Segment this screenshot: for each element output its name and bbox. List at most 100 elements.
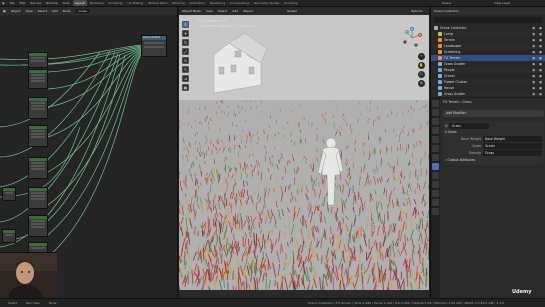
density-field[interactable]: Density Grass [445, 150, 542, 156]
annotate-icon[interactable]: ✎ [182, 66, 189, 73]
output-attributes-panel[interactable]: › Output Attributes [445, 157, 542, 163]
constraints-tab-icon[interactable] [432, 190, 439, 197]
measure-icon[interactable]: ⊿ [182, 75, 189, 82]
collection-icon [434, 25, 438, 30]
output-tab-icon[interactable] [432, 118, 439, 125]
transform-orientation[interactable]: Global [287, 7, 297, 15]
viewport-mode-selector[interactable]: Object Mode [182, 9, 201, 13]
outliner-item-label: People [444, 68, 455, 72]
menu-edit[interactable]: Edit [18, 0, 28, 6]
tool-tab-icon[interactable] [432, 100, 439, 107]
outliner-list: Scene Collection ◉ ▣ Lamp ◉ ▣ Terrain ◉ ▣ Landsca… [431, 25, 545, 97]
transform-icon[interactable]: ⊡ [182, 57, 189, 64]
base-weight-field[interactable]: Base Weight Base Weight [445, 136, 542, 142]
add-cube-icon[interactable]: ▣ [182, 84, 189, 91]
tab-texture-paint[interactable]: Texture Paint [146, 0, 169, 6]
vp-menu-view[interactable]: View [206, 9, 213, 13]
node[interactable] [2, 187, 16, 201]
vp-menu-object[interactable]: Object [243, 9, 253, 13]
outliner-item-label: Flower Cluster [444, 80, 467, 84]
node[interactable] [28, 157, 48, 179]
tab-layout[interactable]: Layout [72, 0, 87, 6]
outliner[interactable]: Scene Collection Scene Collection ◉ ▣ Lamp ◉… [430, 7, 545, 97]
properties-body: FG Terrain › Grass Add Modifier ⌬ Grass … [441, 98, 545, 298]
3d-viewport[interactable]: Object Mode View Select Add Object Globa… [179, 7, 429, 298]
scale-icon[interactable]: ⤢ [182, 48, 189, 55]
node[interactable] [28, 97, 48, 119]
view-layer-selector[interactable]: View Layer [492, 0, 512, 6]
node[interactable] [28, 69, 48, 89]
ortho-toggle-icon[interactable]: ⊞ [418, 80, 425, 87]
collection-icon [438, 67, 442, 72]
cursor-icon[interactable]: ↖ [182, 21, 189, 28]
zoom-icon[interactable]: + [418, 53, 425, 60]
move-icon[interactable]: ✛ [182, 30, 189, 37]
camera-icon[interactable]: 🎥 [418, 71, 425, 78]
group-output-node[interactable]: Group Output [141, 35, 167, 57]
node-group-name[interactable]: Grass [448, 130, 457, 134]
blender-logo-icon[interactable]: ◉ [0, 0, 7, 6]
viewport-options[interactable]: Options [411, 7, 423, 15]
tab-uv-editing[interactable]: UV Editing [125, 0, 145, 6]
add-modifier-button[interactable]: Add Modifier [443, 110, 544, 117]
world-tab-icon[interactable] [432, 145, 439, 152]
outliner-item-label: House [444, 86, 454, 90]
outliner-item-label: Grass Scatter [444, 92, 466, 96]
status-bar: Select Pan View Node Scene Collection | … [0, 298, 545, 307]
menu-render[interactable]: Render [28, 0, 43, 6]
webcam-overlay [0, 252, 57, 298]
pan-icon[interactable]: ✋ [418, 62, 425, 69]
node[interactable] [28, 215, 48, 237]
outliner-item-label: Terrain [444, 38, 455, 42]
status-node: Node [48, 301, 57, 305]
outliner-search-input[interactable] [434, 17, 542, 23]
scale-field[interactable]: Scale Scalar [445, 143, 542, 149]
outliner-title: Scene Collection [434, 9, 459, 13]
particles-tab-icon[interactable] [432, 172, 439, 179]
rotate-icon[interactable]: ↻ [182, 39, 189, 46]
properties-editor[interactable]: FG Terrain › Grass Add Modifier ⌬ Grass … [430, 98, 545, 298]
tab-modeling[interactable]: Modeling [88, 0, 106, 6]
data-tab-icon[interactable] [432, 199, 439, 206]
udemy-watermark: Udemy [512, 289, 532, 295]
outliner-item-label: Scene Collection [440, 26, 467, 30]
outliner-item-label: Scattering [444, 50, 461, 54]
navigation-gizmo[interactable]: X Y Z [401, 27, 423, 49]
menu-help[interactable]: Help [61, 0, 72, 6]
material-tab-icon[interactable] [432, 208, 439, 215]
tab-sculpting[interactable]: Sculpting [106, 0, 124, 6]
tab-shading[interactable]: Shading [170, 0, 186, 6]
toolbar: ↖ ✛ ↻ ⤢ ⊡ ✎ ⊿ ▣ [182, 21, 190, 93]
tab-rendering[interactable]: Rendering [208, 0, 227, 6]
modifier-tab-icon[interactable] [432, 163, 439, 170]
top-bar: ◉ File Edit Render Window Help Layout Mo… [0, 0, 545, 7]
collection-icon [438, 49, 442, 54]
tab-animation[interactable]: Animation [188, 0, 207, 6]
viewport-header: Object Mode View Select Add Object Globa… [179, 7, 429, 15]
human-figure [317, 137, 344, 206]
menu-file[interactable]: File [8, 0, 17, 6]
vp-menu-select[interactable]: Select [218, 9, 227, 13]
scene-tab-icon[interactable] [432, 136, 439, 143]
breadcrumb-object: FG Terrain [443, 100, 460, 104]
object-tab-icon[interactable] [432, 154, 439, 161]
view-layer-tab-icon[interactable] [432, 127, 439, 134]
vp-menu-add[interactable]: Add [232, 9, 238, 13]
svg-text:X: X [419, 33, 421, 37]
menu-window[interactable]: Window [44, 0, 60, 6]
collection-path: (12) Scene Collection | FG Terrain [198, 24, 255, 28]
node[interactable] [28, 125, 48, 147]
breadcrumb-modifier: Grass [462, 100, 472, 104]
tab-scripting[interactable]: Scripting [282, 0, 299, 6]
collection-icon [438, 37, 442, 42]
tab-geometry-nodes[interactable]: Geometry Nodes [252, 0, 281, 6]
node[interactable] [28, 52, 48, 68]
physics-tab-icon[interactable] [432, 181, 439, 188]
node[interactable] [28, 187, 48, 209]
outliner-item-label: Grass Scatter [444, 62, 466, 66]
node[interactable] [2, 229, 16, 243]
scene-selector[interactable]: Scene [440, 0, 453, 6]
render-tab-icon[interactable] [432, 109, 439, 116]
modifier-panel: ⌬ Grass ▾ Grass Base Weight Base Weight … [443, 121, 544, 165]
tab-compositing[interactable]: Compositing [228, 0, 251, 6]
